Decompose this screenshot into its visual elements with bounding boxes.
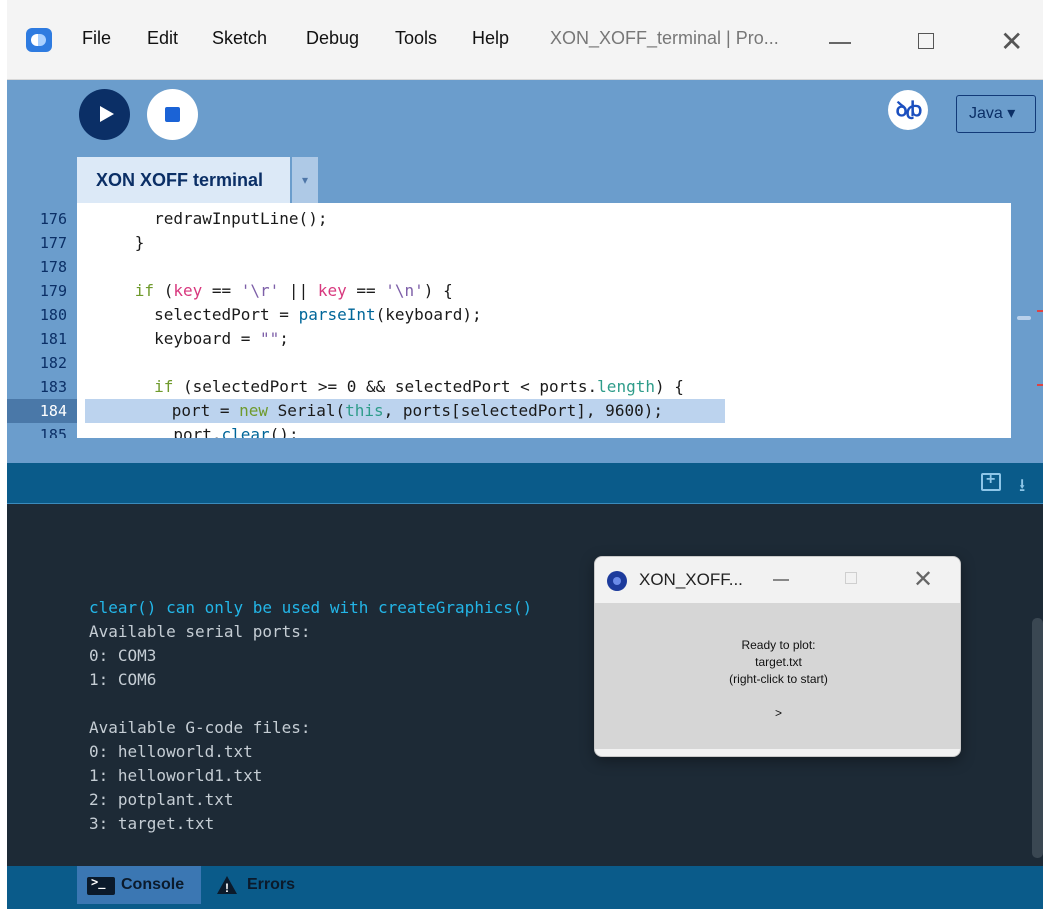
editor-divider — [7, 438, 1043, 463]
menu-sketch[interactable]: Sketch — [212, 28, 267, 49]
error-marker — [1037, 384, 1043, 386]
line-number: 183 — [39, 378, 67, 396]
error-marker — [1037, 310, 1043, 312]
maximize-icon — [845, 572, 857, 584]
line-number-current: 184 — [7, 399, 77, 423]
sketch-canvas[interactable]: Ready to plot: target.txt (right-click t… — [595, 603, 960, 749]
minimize-icon[interactable] — [773, 579, 789, 581]
sketch-window-footer — [595, 749, 960, 756]
console-line-error: clear() can only be used with createGrap… — [89, 598, 533, 617]
debugger-button[interactable]: ꝺꞗ — [888, 90, 928, 130]
line-number-gutter: 176 177 178 179 180 181 182 183 184 185 — [7, 203, 77, 438]
code-editor[interactable]: redrawInputLine(); } if (key == '\r' || … — [77, 203, 1011, 438]
window-title: XON_XOFF_terminal | Pro... — [550, 28, 779, 48]
console-line: 3: target.txt — [89, 814, 215, 833]
copy-icon[interactable] — [981, 471, 1001, 491]
minimize-icon[interactable] — [829, 42, 851, 44]
code-line-highlighted: port = new Serial(this, ports[selectedPo… — [85, 399, 725, 423]
line-number: 179 — [39, 282, 67, 300]
menu-file[interactable]: File — [82, 28, 111, 49]
close-icon[interactable]: ✕ — [913, 565, 933, 594]
line-number: 181 — [39, 330, 67, 348]
sketch-prompt: > — [774, 706, 782, 720]
console-icon — [87, 875, 115, 895]
warning-icon — [217, 876, 237, 895]
processing-ide-window: File Edit Sketch Debug Tools Help XON_XO… — [7, 0, 1043, 909]
processing-logo-icon — [26, 28, 52, 52]
tab-dropdown-button[interactable]: ▾ — [292, 157, 318, 203]
processing-sketch-icon — [607, 571, 627, 591]
console-line: 1: helloworld1.txt — [89, 766, 263, 785]
editor-scrollbar[interactable] — [1011, 203, 1043, 438]
code-line: port.clear(); — [77, 425, 299, 438]
line-number: 180 — [39, 306, 67, 324]
code-line: } — [77, 233, 145, 252]
mode-selector[interactable]: Java ▾ — [956, 95, 1036, 133]
run-button[interactable] — [79, 89, 130, 140]
console-line: 0: helloworld.txt — [89, 742, 253, 761]
download-icon[interactable]: ⭳ — [1019, 473, 1041, 495]
code-line: redrawInputLine(); — [77, 209, 328, 228]
code-line: keyboard = ""; — [77, 329, 289, 348]
console-line: Available serial ports: — [89, 622, 311, 641]
scroll-thumb[interactable] — [1017, 316, 1031, 320]
tab-errors[interactable]: Errors — [247, 866, 295, 904]
line-number: 177 — [39, 234, 67, 252]
console-line: 2: potplant.txt — [89, 790, 234, 809]
code-line: if (selectedPort >= 0 && selectedPort < … — [154, 377, 684, 396]
sketch-text: (right-click to start) — [729, 672, 828, 686]
line-number: 176 — [39, 210, 67, 228]
menu-edit[interactable]: Edit — [147, 28, 178, 49]
sketch-window[interactable]: XON_XOFF... ✕ Ready to plot: target.txt … — [594, 556, 961, 757]
close-icon[interactable]: ✕ — [1000, 25, 1023, 58]
line-number: 182 — [39, 354, 67, 372]
sketch-text: target.txt — [755, 655, 802, 669]
status-bar — [7, 463, 1043, 504]
menu-tools[interactable]: Tools — [395, 28, 437, 49]
menu-debug[interactable]: Debug — [306, 28, 359, 49]
line-number: 178 — [39, 258, 67, 276]
tab-xon-xoff-terminal[interactable]: XON XOFF terminal — [77, 157, 290, 203]
stop-button[interactable] — [147, 89, 198, 140]
sketch-window-title: XON_XOFF... — [639, 570, 743, 589]
menu-help[interactable]: Help — [472, 28, 509, 49]
sketch-text: Ready to plot: — [741, 638, 816, 652]
code-line: if (key == '\r' || key == '\n') { — [134, 281, 453, 300]
console-line: 0: COM3 — [89, 646, 157, 665]
console-line: 1: COM6 — [89, 670, 157, 689]
code-line: selectedPort = parseInt(keyboard); — [77, 305, 482, 324]
line-number: 185 — [39, 426, 67, 438]
maximize-icon[interactable] — [918, 33, 934, 49]
console-scrollbar[interactable] — [1032, 618, 1043, 858]
console-line: Available G-code files: — [89, 718, 311, 737]
